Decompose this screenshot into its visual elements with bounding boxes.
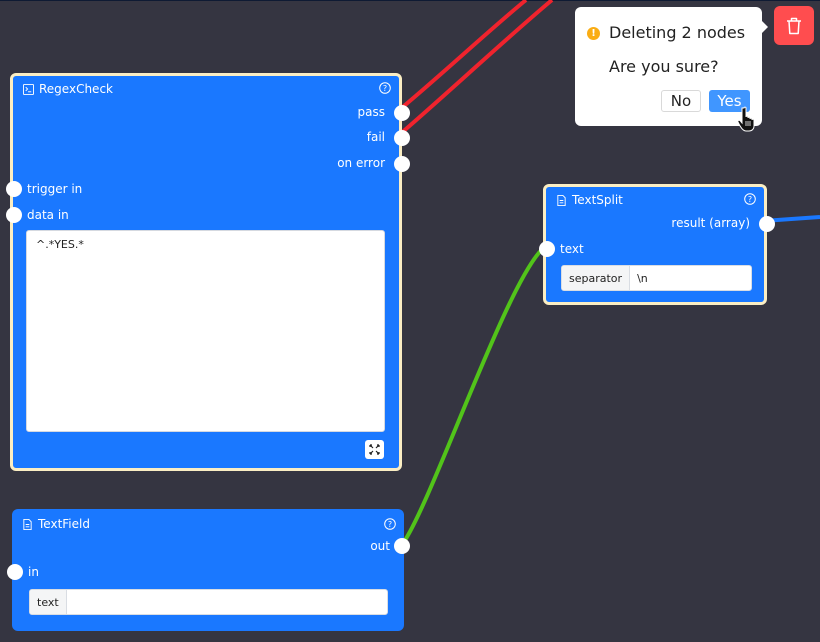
port-result-array[interactable]	[759, 216, 775, 232]
node-title-label: RegexCheck	[39, 82, 113, 96]
port-label: text	[560, 242, 584, 256]
separator-input[interactable]: \n	[630, 266, 751, 290]
port-label: in	[28, 565, 39, 579]
wire-pass[interactable]	[397, 0, 528, 112]
output-fail: fail	[367, 130, 385, 144]
port-fail[interactable]	[394, 130, 410, 146]
delete-confirm-popover: ! Deleting 2 nodes Are you sure? No Yes	[575, 7, 768, 126]
node-title: TextField	[22, 517, 90, 531]
output-pass: pass	[358, 105, 385, 119]
hand-pointer-cursor	[737, 106, 755, 132]
terminal-icon	[23, 83, 34, 95]
text-field[interactable]: text	[29, 589, 388, 615]
help-icon[interactable]: ?	[384, 518, 396, 530]
canvas-top-border	[0, 0, 820, 1]
input-text: text	[560, 242, 584, 256]
port-out[interactable]	[394, 538, 410, 554]
node-title-label: TextSplit	[572, 193, 623, 207]
output-on-error: on error	[337, 156, 385, 170]
node-title-label: TextField	[38, 517, 90, 531]
port-label: on error	[337, 156, 385, 170]
port-text[interactable]	[539, 241, 555, 257]
svg-text:?: ?	[383, 84, 387, 93]
wire-fail[interactable]	[397, 0, 554, 137]
port-in[interactable]	[7, 564, 23, 580]
expand-icon	[369, 444, 380, 455]
node-regexcheck[interactable]: RegexCheck ? pass fail on error trigger …	[6, 73, 410, 471]
text-input[interactable]	[67, 590, 387, 614]
file-text-icon	[557, 194, 566, 206]
popover-title: Deleting 2 nodes	[609, 23, 746, 42]
port-label: data in	[27, 208, 69, 222]
input-trigger-in: trigger in	[27, 182, 82, 196]
node-title: TextSplit	[556, 193, 623, 207]
port-trigger-in[interactable]	[6, 181, 22, 197]
port-data-in[interactable]	[6, 207, 22, 223]
text-label: text	[30, 590, 67, 614]
delete-button[interactable]	[774, 6, 814, 45]
port-label: trigger in	[27, 182, 83, 196]
output-out: out	[370, 539, 390, 553]
file-text-icon	[23, 518, 32, 530]
help-icon[interactable]: ?	[744, 193, 756, 205]
node-textsplit[interactable]: TextSplit ? result (array) text separato…	[539, 184, 775, 305]
node-title: RegexCheck	[23, 82, 113, 96]
svg-text:?: ?	[388, 520, 392, 529]
port-label: out	[370, 539, 390, 553]
input-in: in	[28, 565, 39, 579]
separator-field[interactable]: separator \n	[561, 265, 752, 291]
regex-pattern-textarea[interactable]: ^.*YES.*	[26, 230, 385, 432]
no-button[interactable]: No	[661, 90, 701, 112]
wire-text-to-textsplit[interactable]	[399, 244, 548, 548]
separator-label: separator	[562, 266, 631, 290]
popover-message: Are you sure?	[609, 57, 719, 76]
port-pass[interactable]	[394, 105, 410, 121]
port-on-error[interactable]	[394, 156, 410, 172]
trash-icon	[787, 17, 801, 34]
node-textfield[interactable]: TextField ? out in text	[7, 509, 410, 631]
help-icon[interactable]: ?	[379, 82, 391, 94]
input-data-in: data in	[27, 208, 69, 222]
expand-button[interactable]	[365, 440, 384, 459]
warning-icon: !	[587, 27, 600, 40]
port-label: fail	[366, 130, 385, 144]
svg-text:?: ?	[748, 195, 752, 204]
port-label: result (array)	[671, 216, 750, 230]
port-label: pass	[357, 105, 385, 119]
output-result-array: result (array)	[671, 216, 750, 230]
